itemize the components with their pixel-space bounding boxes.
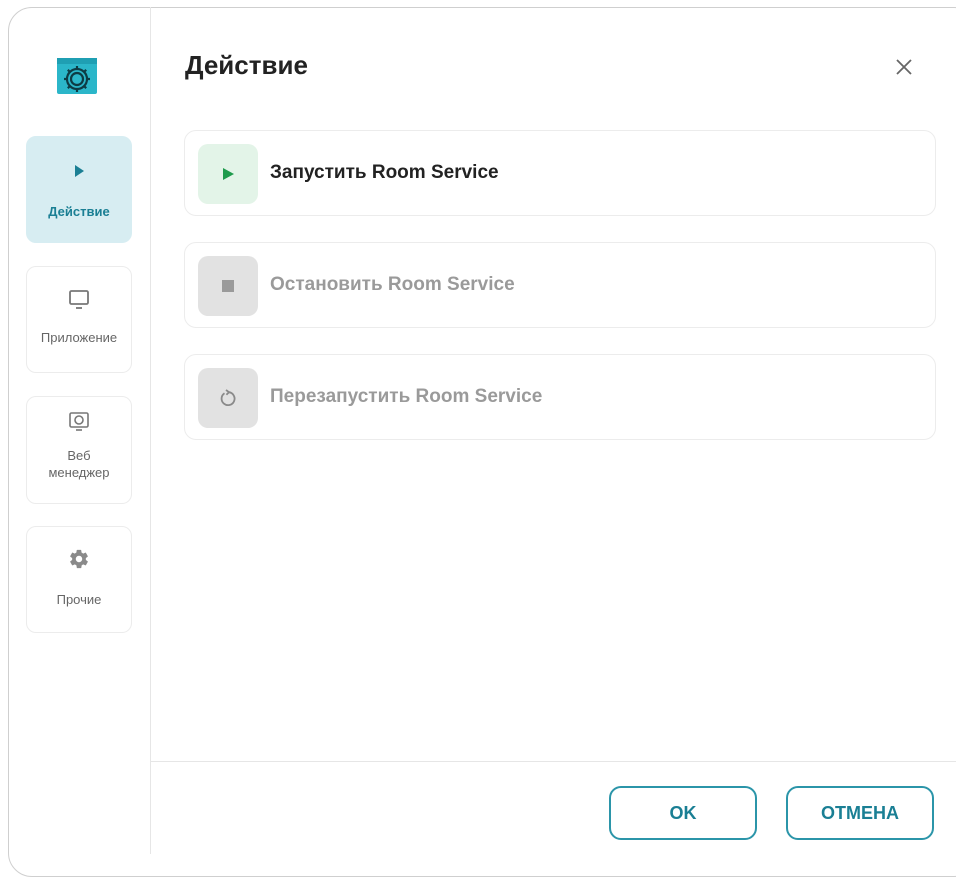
gear-icon [67, 547, 91, 571]
sidebar-item-action[interactable]: Действие [26, 136, 132, 243]
action-start-room-service[interactable]: Запустить Room Service [184, 130, 936, 216]
footer-divider [151, 761, 956, 762]
sidebar-item-label: Прочие [56, 592, 102, 607]
sidebar-item-other[interactable]: Прочие [26, 526, 132, 633]
app-logo [55, 56, 99, 96]
close-icon [896, 59, 912, 75]
sidebar-item-label: Приложение [40, 330, 118, 345]
monitor-icon [67, 287, 91, 311]
sidebar-item-label: Веб менеджер [48, 448, 110, 480]
play-icon [223, 168, 234, 180]
action-stop-room-service[interactable]: Остановить Room Service [184, 242, 936, 328]
close-button[interactable] [891, 54, 917, 80]
ok-button[interactable]: OK [609, 786, 757, 840]
action-label: Перезапустить Room Service [270, 386, 543, 407]
action-restart-room-service[interactable]: Перезапустить Room Service [184, 354, 936, 440]
web-manager-icon [67, 409, 91, 433]
sidebar-item-application[interactable]: Приложение [26, 266, 132, 373]
cancel-button[interactable]: ОТМЕНА [786, 786, 934, 840]
start-icon-box [198, 144, 258, 204]
restart-icon [220, 389, 236, 407]
action-label: Остановить Room Service [270, 274, 515, 295]
play-icon [67, 159, 91, 183]
sidebar-item-web-manager[interactable]: Веб менеджер [26, 396, 132, 504]
page-title: Действие [185, 50, 308, 80]
restart-icon-box [198, 368, 258, 428]
action-label: Запустить Room Service [270, 162, 499, 183]
stop-icon [222, 280, 234, 292]
sidebar-item-label: Действие [48, 204, 110, 219]
stop-icon-box [198, 256, 258, 316]
